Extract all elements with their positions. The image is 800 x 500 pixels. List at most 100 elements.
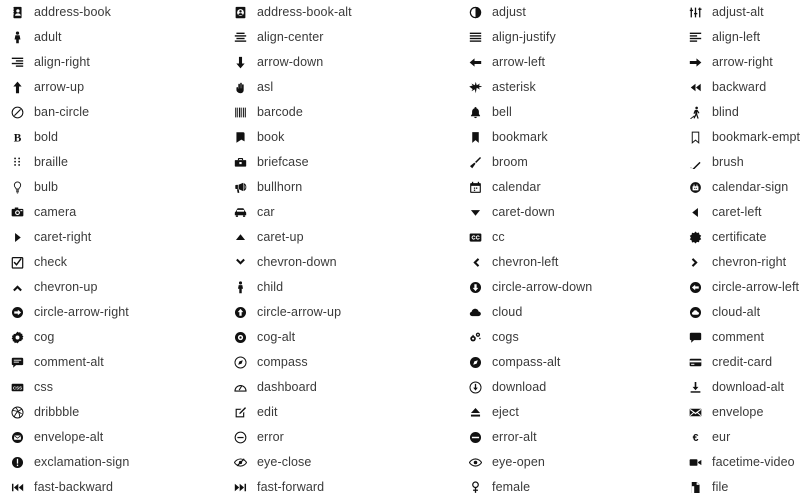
icon-entry[interactable]: file [678,475,800,500]
icon-entry[interactable]: envelope-alt [0,425,223,450]
icon-entry[interactable]: facetime-video [678,450,800,475]
comment-alt-icon [8,356,26,369]
icon-entry[interactable]: eye-close [223,450,458,475]
icon-entry[interactable]: credit-card [678,350,800,375]
icon-entry[interactable]: backward [678,75,800,100]
icon-entry[interactable]: bookmark-empty [678,125,800,150]
icon-entry[interactable]: envelope [678,400,800,425]
icon-entry[interactable]: fast-forward [223,475,458,500]
icon-name-label: facetime-video [712,455,795,469]
icon-entry[interactable]: asterisk [458,75,678,100]
icon-entry[interactable]: car [223,200,458,225]
icon-entry[interactable]: fast-backward [0,475,223,500]
icon-entry[interactable]: chevron-down [223,250,458,275]
icon-entry[interactable]: braille [0,150,223,175]
icon-entry[interactable]: bulb [0,175,223,200]
facetime-video-icon [686,456,704,469]
bookmark-empty-icon [686,131,704,144]
icon-entry[interactable]: briefcase [223,150,458,175]
icon-entry[interactable]: adult [0,25,223,50]
icon-entry[interactable]: child [223,275,458,300]
align-right-icon [8,56,26,69]
fast-forward-icon [231,481,249,494]
icon-entry[interactable]: address-book [0,0,223,25]
backward-icon [686,81,704,94]
icon-entry[interactable]: bullhorn [223,175,458,200]
bookmark-icon [466,131,484,144]
icon-entry[interactable]: adjust-alt [678,0,800,25]
icon-entry[interactable]: compass-alt [458,350,678,375]
icon-entry[interactable]: certificate [678,225,800,250]
icon-entry[interactable]: camera [0,200,223,225]
icon-entry[interactable]: chevron-left [458,250,678,275]
icon-entry[interactable]: caret-left [678,200,800,225]
icon-entry[interactable]: cloud [458,300,678,325]
icon-entry[interactable]: € eur [678,425,800,450]
icon-entry[interactable]: chevron-right [678,250,800,275]
icon-entry[interactable]: calendar [458,175,678,200]
icon-entry[interactable]: download [458,375,678,400]
icon-entry[interactable]: book [223,125,458,150]
icon-entry[interactable]: edit [223,400,458,425]
icon-entry[interactable]: comment [678,325,800,350]
icon-entry[interactable]: error [223,425,458,450]
icon-entry[interactable]: Bbold [0,125,223,150]
icon-name-label: briefcase [257,155,309,169]
icon-entry[interactable]: circle-arrow-up [223,300,458,325]
icon-entry[interactable]: arrow-right [678,50,800,75]
icon-entry[interactable]: cog-alt [223,325,458,350]
icon-entry[interactable]: comment-alt [0,350,223,375]
icon-entry[interactable]: exclamation-sign [0,450,223,475]
icon-entry[interactable]: blind [678,100,800,125]
icon-name-label: comment-alt [34,355,104,369]
icon-entry[interactable]: dashboard [223,375,458,400]
icon-entry[interactable]: bell [458,100,678,125]
icon-entry[interactable]: arrow-down [223,50,458,75]
icon-entry[interactable]: arrow-left [458,50,678,75]
icon-entry[interactable]: check [0,250,223,275]
icon-entry[interactable]: eye-open [458,450,678,475]
icon-entry[interactable]: download-alt [678,375,800,400]
icon-entry[interactable]: calendar-sign [678,175,800,200]
icon-entry[interactable]: CSS css [0,375,223,400]
icon-entry[interactable]: align-left [678,25,800,50]
icon-entry[interactable]: caret-down [458,200,678,225]
certificate-icon [686,231,704,244]
icon-entry[interactable]: align-justify [458,25,678,50]
icon-name-label: caret-left [712,205,762,219]
chevron-up-icon [8,281,26,294]
icon-entry[interactable]: cog [0,325,223,350]
icon-entry[interactable]: ban-circle [0,100,223,125]
icon-entry[interactable]: caret-up [223,225,458,250]
icon-entry[interactable]: circle-arrow-down [458,275,678,300]
icon-entry[interactable]: arrow-up [0,75,223,100]
icon-entry[interactable]: brush [678,150,800,175]
icon-entry[interactable]: circle-arrow-right [0,300,223,325]
icon-entry[interactable]: caret-right [0,225,223,250]
icon-entry[interactable]: error-alt [458,425,678,450]
icon-entry[interactable]: address-book-alt [223,0,458,25]
icon-entry[interactable]: compass [223,350,458,375]
icon-entry[interactable]: barcode [223,100,458,125]
icon-entry[interactable]: cc [458,225,678,250]
icon-name-label: broom [492,155,528,169]
blind-icon [686,106,704,119]
svg-text:€: € [692,432,698,444]
icon-entry[interactable]: dribbble [0,400,223,425]
icon-entry[interactable]: adjust [458,0,678,25]
icon-entry[interactable]: bookmark [458,125,678,150]
icon-entry[interactable]: eject [458,400,678,425]
icon-entry[interactable]: broom [458,150,678,175]
icon-entry[interactable]: circle-arrow-left [678,275,800,300]
icon-entry[interactable]: align-right [0,50,223,75]
icon-entry[interactable]: align-center [223,25,458,50]
icon-name-label: align-justify [492,30,556,44]
icon-entry[interactable]: chevron-up [0,275,223,300]
barcode-icon [231,106,249,119]
icon-entry[interactable]: female [458,475,678,500]
icon-name-label: bold [34,130,59,144]
icon-entry[interactable]: cloud-alt [678,300,800,325]
icon-name-label: bullhorn [257,180,303,194]
icon-entry[interactable]: asl [223,75,458,100]
icon-entry[interactable]: cogs [458,325,678,350]
